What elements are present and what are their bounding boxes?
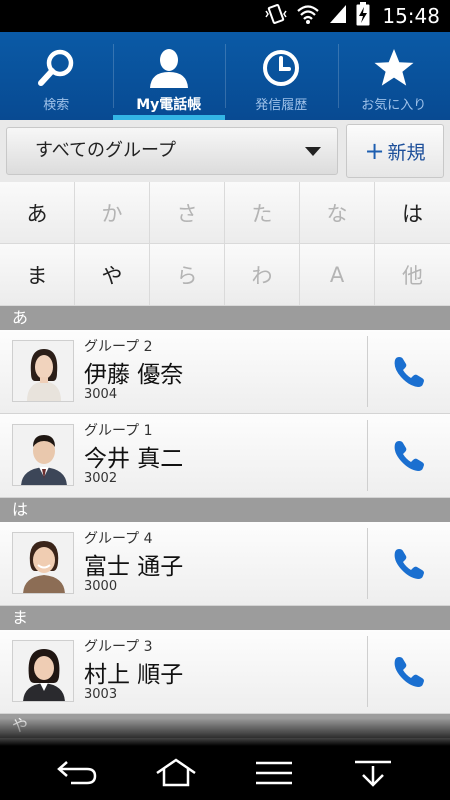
tab-my-phonebook-label: My電話帳 xyxy=(136,97,202,113)
back-icon[interactable] xyxy=(47,751,107,795)
phone-icon xyxy=(394,441,424,471)
signal-icon xyxy=(328,3,348,29)
system-navigation xyxy=(0,746,450,800)
dropdown-arrow-icon xyxy=(305,147,321,156)
list-fade-overlay xyxy=(0,718,450,746)
tab-call-history[interactable]: 発信履歴 xyxy=(225,32,338,120)
avatar xyxy=(12,340,74,402)
kana-index-ka: か xyxy=(75,182,150,244)
section-header-ha: は xyxy=(0,498,450,522)
contact-name: 富士 通子 xyxy=(84,554,184,580)
phone-icon xyxy=(394,549,424,579)
battery-charging-icon xyxy=(356,2,370,30)
tab-search-label: 検索 xyxy=(43,98,70,113)
kana-index-alpha: A xyxy=(300,244,375,306)
group-bar: すべてのグループ + 新規 xyxy=(0,120,450,182)
contact-name: 村上 順子 xyxy=(84,662,184,688)
contact-name: 伊藤 優奈 xyxy=(84,362,184,388)
new-contact-button[interactable]: + 新規 xyxy=(346,124,444,178)
clock-icon xyxy=(259,46,303,90)
contact-list[interactable]: あ グループ 2 伊藤 優奈 3004 グループ 1 今井 真二 3002 は … xyxy=(0,306,450,746)
menu-icon[interactable] xyxy=(244,751,304,795)
call-button[interactable] xyxy=(368,414,450,498)
avatar xyxy=(12,640,74,702)
section-header-a: あ xyxy=(0,306,450,330)
kana-index-ra: ら xyxy=(150,244,225,306)
kana-index-ha[interactable]: は xyxy=(375,182,450,244)
contact-group: グループ 4 xyxy=(84,531,153,547)
tab-favorites[interactable]: お気に入り xyxy=(337,32,450,120)
section-header-ma: ま xyxy=(0,606,450,630)
new-contact-label: 新規 xyxy=(387,141,426,164)
star-icon xyxy=(372,46,416,90)
call-button[interactable] xyxy=(368,630,450,714)
person-icon xyxy=(147,46,191,90)
home-icon[interactable] xyxy=(146,751,206,795)
contact-group: グループ 2 xyxy=(84,339,153,355)
contact-group: グループ 3 xyxy=(84,639,153,655)
tab-my-phonebook[interactable]: My電話帳 xyxy=(112,32,226,120)
contact-number: 3002 xyxy=(84,471,118,486)
contact-number: 3000 xyxy=(84,579,118,594)
vibrate-icon xyxy=(264,3,288,29)
contact-name: 今井 真二 xyxy=(84,446,184,472)
plus-icon: + xyxy=(364,137,385,165)
kana-index-wa: わ xyxy=(225,244,300,306)
phone-icon xyxy=(394,657,424,687)
kana-index: あ か さ た な は ま や ら わ A 他 xyxy=(0,182,450,306)
tab-search[interactable]: 検索 xyxy=(0,32,113,120)
tab-call-history-label: 発信履歴 xyxy=(255,98,308,113)
kana-index-na: な xyxy=(300,182,375,244)
contact-row[interactable]: グループ 1 今井 真二 3002 xyxy=(0,414,450,498)
kana-index-sa: さ xyxy=(150,182,225,244)
phone-icon xyxy=(394,357,424,387)
contact-row[interactable]: グループ 4 富士 通子 3000 xyxy=(0,522,450,606)
contact-number: 3004 xyxy=(84,387,118,402)
status-bar: 15:48 xyxy=(0,0,450,32)
kana-index-a[interactable]: あ xyxy=(0,182,75,244)
call-button[interactable] xyxy=(368,330,450,414)
avatar xyxy=(12,532,74,594)
contact-row[interactable]: グループ 3 村上 順子 3003 xyxy=(0,630,450,714)
kana-index-ma[interactable]: ま xyxy=(0,244,75,306)
kana-index-ta: た xyxy=(225,182,300,244)
notification-pull-icon[interactable] xyxy=(343,751,403,795)
contact-group: グループ 1 xyxy=(84,423,153,439)
tab-favorites-label: お気に入り xyxy=(361,98,427,113)
wifi-icon xyxy=(296,3,320,29)
contact-row[interactable]: グループ 2 伊藤 優奈 3004 xyxy=(0,330,450,414)
kana-index-other: 他 xyxy=(375,244,450,306)
search-icon xyxy=(34,46,78,90)
contact-number: 3003 xyxy=(84,687,118,702)
kana-index-ya[interactable]: や xyxy=(75,244,150,306)
top-navigation: 検索 My電話帳 発信履歴 お気に入り xyxy=(0,32,450,120)
status-time: 15:48 xyxy=(382,4,440,28)
avatar xyxy=(12,424,74,486)
call-button[interactable] xyxy=(368,522,450,606)
group-select-value: すべてのグループ xyxy=(35,140,176,161)
group-select-dropdown[interactable]: すべてのグループ xyxy=(6,127,338,175)
